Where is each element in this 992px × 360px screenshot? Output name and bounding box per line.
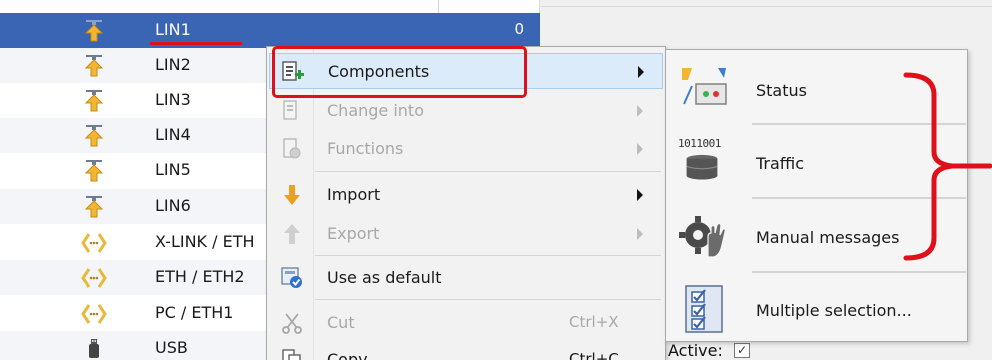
menu-item-import[interactable]: Import — [269, 177, 663, 213]
lin-bus-icon — [84, 125, 104, 147]
tree-row-label: ETH / ETH2 — [155, 267, 245, 286]
tree-row-lin1[interactable]: LIN1 0 — [0, 13, 540, 48]
submenu-item-label: Status — [756, 81, 807, 100]
menu-separator — [315, 299, 661, 300]
submenu-arrow-icon — [637, 189, 643, 201]
submenu-arrow-icon — [638, 66, 644, 78]
pane-top-border — [541, 6, 992, 7]
red-bracket-annotation — [903, 72, 992, 261]
menu-item-functions[interactable]: Functions — [269, 131, 663, 167]
lin-bus-icon — [84, 160, 104, 182]
menu-separator — [315, 255, 661, 256]
submenu-arrow-icon — [637, 228, 643, 240]
active-checkbox[interactable]: ✓ — [734, 343, 750, 358]
components-highlight-annotation — [272, 46, 527, 98]
menu-item-use-as-default[interactable]: Use as default — [269, 260, 663, 296]
lin-bus-icon — [84, 55, 104, 77]
usb-icon — [89, 339, 99, 358]
submenu-arrow-icon — [637, 143, 643, 155]
tree-row-label: LIN1 — [155, 20, 191, 39]
tree-row-label: LIN6 — [155, 196, 191, 215]
submenu-item-multiple-selection[interactable]: Multiple selection... — [668, 274, 965, 344]
menu-item-label: Copy — [327, 350, 368, 360]
menu-item-shortcut: Ctrl+C — [569, 350, 619, 360]
export-arrow-icon — [284, 224, 300, 244]
menu-item-label: Cut — [327, 313, 355, 332]
import-arrow-icon — [284, 185, 300, 205]
menu-item-label: Use as default — [327, 268, 442, 287]
selection-underline-annotation — [150, 42, 242, 45]
use-default-icon — [281, 267, 302, 288]
tree-row-value: 0 — [514, 20, 524, 38]
lin-bus-icon — [84, 20, 104, 42]
menu-item-shortcut: Ctrl+X — [569, 313, 619, 331]
tree-row-label: X-LINK / ETH — [155, 232, 255, 251]
menu-item-export[interactable]: Export — [269, 216, 663, 252]
menu-item-copy[interactable]: Copy Ctrl+C — [269, 342, 663, 360]
submenu-item-label: Multiple selection... — [756, 301, 912, 320]
change-into-icon — [283, 100, 297, 120]
menu-item-label: Change into — [327, 101, 424, 120]
submenu-separator — [752, 271, 966, 273]
traffic-database-icon: 1011001 — [678, 137, 730, 187]
tree-row-label: USB — [155, 338, 188, 357]
tree-row-label: LIN3 — [155, 90, 191, 109]
ethernet-link-icon — [81, 268, 107, 288]
tree-row-label: LIN5 — [155, 160, 191, 179]
ethernet-link-icon — [81, 304, 107, 324]
scissors-icon — [282, 313, 302, 334]
menu-item-label: Import — [327, 185, 381, 204]
menu-item-change-into[interactable]: Change into — [269, 93, 663, 129]
status-panel-icon — [682, 68, 727, 105]
menu-item-cut[interactable]: Cut Ctrl+X — [269, 305, 663, 341]
copy-icon — [282, 349, 301, 360]
gear-hand-icon — [679, 216, 726, 258]
database-icon — [686, 154, 718, 180]
tree-row-label: LIN4 — [155, 125, 191, 144]
tree-row-label: LIN2 — [155, 55, 191, 74]
lin-bus-icon — [84, 196, 104, 218]
submenu-arrow-icon — [637, 105, 643, 117]
submenu-item-label: Manual messages — [756, 228, 900, 247]
submenu-item-label: Traffic — [756, 154, 805, 173]
traffic-bits-text: 1011001 — [678, 137, 721, 150]
menu-item-label: Functions — [327, 139, 404, 158]
ethernet-link-icon — [81, 233, 107, 253]
tree-row-label: PC / ETH1 — [155, 303, 234, 322]
functions-icon — [283, 138, 301, 159]
menu-separator — [315, 171, 661, 172]
lin-bus-icon — [84, 90, 104, 112]
checklist-icon — [685, 285, 723, 333]
menu-item-label: Export — [327, 224, 380, 243]
